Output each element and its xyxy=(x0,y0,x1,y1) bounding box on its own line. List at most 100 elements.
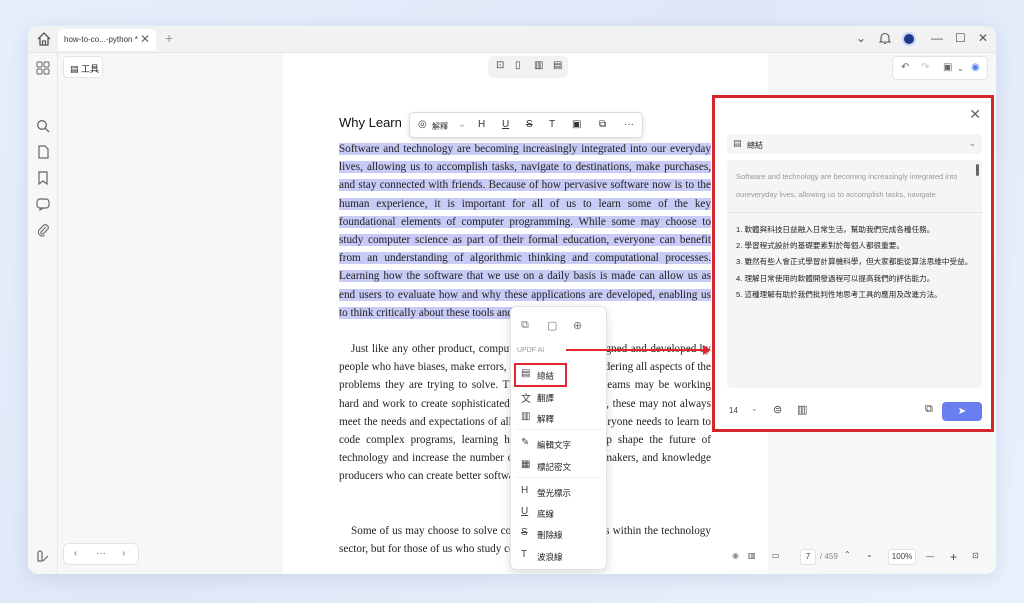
page-select-icon[interactable]: ▥ xyxy=(797,403,807,416)
redo-icon[interactable]: ↷ xyxy=(921,62,929,73)
close-window-button[interactable]: ✕ xyxy=(978,31,988,45)
menu-divider xyxy=(517,429,602,430)
save-dropdown-icon[interactable]: ⌄ xyxy=(957,64,964,73)
chevron-down-icon: ⌄ xyxy=(968,138,976,148)
ai-icon[interactable]: ◎ xyxy=(418,119,427,130)
squiggly-icon[interactable]: T xyxy=(549,119,555,130)
single-page-icon[interactable]: ▯ xyxy=(515,60,521,71)
bell-icon[interactable] xyxy=(879,32,891,45)
callout-arrow xyxy=(566,349,706,351)
close-icon[interactable]: ✕ xyxy=(969,106,981,123)
document-tab[interactable]: how-to-co...-python * ✕ xyxy=(58,29,156,51)
summarize-icon: ▤ xyxy=(733,138,742,148)
next-page-icon[interactable]: › xyxy=(122,548,125,559)
attachment-icon[interactable] xyxy=(36,223,50,237)
comment-icon[interactable] xyxy=(36,197,50,211)
chat-icon[interactable]: ⊜ xyxy=(773,403,782,416)
presentation-icon[interactable]: ▭ xyxy=(772,551,780,560)
source-text: Software and technology are becoming inc… xyxy=(736,172,958,199)
ai-assistant-icon[interactable]: ◉ xyxy=(971,62,980,73)
fit-page-icon[interactable]: ⊡ xyxy=(972,551,979,560)
home-icon[interactable] xyxy=(36,31,52,47)
selected-text[interactable]: Software and technology are becoming inc… xyxy=(339,143,711,319)
callout-arrow-head xyxy=(703,345,711,355)
view-mode-toolbar: ⊡ ▯ ▥ ▤ xyxy=(488,56,568,78)
ai-footer: 14 ⌄ ⊜ ▥ ⧉ ➤ xyxy=(727,400,982,422)
collapse-icon[interactable]: ◉ xyxy=(732,551,739,560)
search-icon[interactable] xyxy=(36,119,50,133)
highlight-icon: H xyxy=(521,485,529,496)
ai-result-area: Software and technology are becoming inc… xyxy=(727,160,982,388)
edit-text-icon: ✎ xyxy=(521,437,530,448)
copy-icon[interactable]: ⧉ xyxy=(599,119,606,130)
menu-divider xyxy=(517,477,602,478)
redact-icon: ▦ xyxy=(521,459,531,470)
font-size-select[interactable]: 14 xyxy=(729,406,738,415)
send-button[interactable]: ➤ xyxy=(942,402,982,421)
user-avatar[interactable] xyxy=(902,32,916,46)
floating-toolbar: ◎ 解釋 ⌄ H U S T ▣ ⧉ ··· xyxy=(409,112,643,138)
document-title: Why Learn xyxy=(339,115,402,130)
more-icon[interactable]: ··· xyxy=(96,548,106,559)
comment-icon[interactable]: ▣ xyxy=(572,119,581,130)
prev-page-icon[interactable]: ‹ xyxy=(74,548,77,559)
close-tab-icon[interactable]: ✕ xyxy=(140,32,150,46)
undo-icon[interactable]: ↶ xyxy=(901,62,909,73)
layers-icon[interactable] xyxy=(36,549,50,563)
callout-box xyxy=(514,363,567,387)
thumbnails-icon[interactable] xyxy=(36,61,50,75)
scroll-icon[interactable]: ▤ xyxy=(553,60,562,71)
tools-icon: ▤ xyxy=(70,64,82,74)
squiggly-icon: T xyxy=(521,549,528,560)
copy-icon[interactable]: ⧉ xyxy=(521,319,529,332)
fit-width-icon[interactable]: ⊡ xyxy=(496,60,504,71)
summary-item: 1. 軟體與科技日益融入日常生活，幫助我們完成各種任務。 xyxy=(736,225,935,234)
ai-explain-label[interactable]: 解釋 xyxy=(432,121,448,132)
left-toolbar xyxy=(28,53,58,574)
scrollbar[interactable] xyxy=(976,164,979,176)
paragraph-1[interactable]: Software and technology are becoming inc… xyxy=(339,140,711,322)
chevron-down-icon[interactable]: ⌄ xyxy=(751,404,758,413)
summary-item: 5. 這種理解有助於我們批判性地思考工具的應用及改進方法。 xyxy=(736,289,942,299)
save-icon[interactable]: ▣ xyxy=(943,62,952,73)
summary-item: 4. 理解日常使用的軟體開發過程可以提高我們的評估能力。 xyxy=(736,273,935,283)
context-menu: ⧉ ▢ ⊕ UPDF AI ▤ 總結 文翻譯 ▥ 解釋 ✎ 編輯文字 ▦ 標記密文 H螢… xyxy=(510,306,607,570)
page-icon[interactable] xyxy=(36,145,50,159)
zoom-out-button[interactable]: — xyxy=(926,552,934,561)
strikethrough-icon: S xyxy=(521,527,528,538)
minimize-button[interactable]: — xyxy=(931,31,943,45)
tools-label: 工具 xyxy=(81,64,100,74)
highlight-icon[interactable]: H xyxy=(478,119,485,130)
page-number-input[interactable]: 7 xyxy=(800,549,816,565)
paste-icon[interactable]: ▢ xyxy=(547,319,557,332)
bookmark-icon[interactable] xyxy=(36,171,50,185)
divider xyxy=(727,212,982,213)
strikethrough-icon[interactable]: S xyxy=(526,119,533,130)
ai-dropdown-icon[interactable]: ⌄ xyxy=(458,119,466,130)
tab-title: how-to-co...-python * xyxy=(64,35,138,44)
ai-mode-label: 總結 xyxy=(747,141,763,150)
next-page-icon[interactable]: ⌄ xyxy=(866,550,873,559)
tools-button[interactable]: ▤ 工具 xyxy=(63,56,103,78)
two-page-icon[interactable]: ▥ xyxy=(534,60,543,71)
zoom-in-button[interactable]: + xyxy=(950,550,957,564)
ai-mode-select[interactable]: ▤ 總結 ⌄ xyxy=(727,134,982,154)
chevron-down-icon[interactable]: ⌄ xyxy=(856,31,866,45)
thumbnail-view-icon[interactable]: ▥ xyxy=(748,551,756,560)
translate-icon: 文 xyxy=(521,394,531,405)
copy-icon[interactable]: ⧉ xyxy=(925,403,933,416)
explain-icon: ▥ xyxy=(521,411,531,422)
more-icon[interactable]: ··· xyxy=(624,119,634,130)
prev-page-icon[interactable]: ⌃ xyxy=(844,550,851,559)
maximize-button[interactable]: ☐ xyxy=(955,31,966,45)
underline-icon: U xyxy=(521,506,529,517)
zoom-level[interactable]: 100% xyxy=(888,549,916,565)
add-comment-icon[interactable]: ⊕ xyxy=(573,319,582,332)
underline-icon[interactable]: U xyxy=(502,119,509,130)
document-view: ⊡ ▯ ▥ ▤ Why Learn Software and technolog… xyxy=(283,53,768,574)
page-nav: ‹ ··· › xyxy=(63,543,139,565)
add-tab-icon[interactable]: + xyxy=(165,30,173,46)
summary-list: 1. 軟體與科技日益融入日常生活，幫助我們完成各種任務。 2. 學習程式設計的基… xyxy=(736,222,974,303)
ai-summary-panel: ✕ ▤ 總結 ⌄ Software and technology are bec… xyxy=(712,95,994,432)
summary-item: 2. 學習程式設計的基礎要素對於每個人都很重要。 xyxy=(736,241,904,251)
